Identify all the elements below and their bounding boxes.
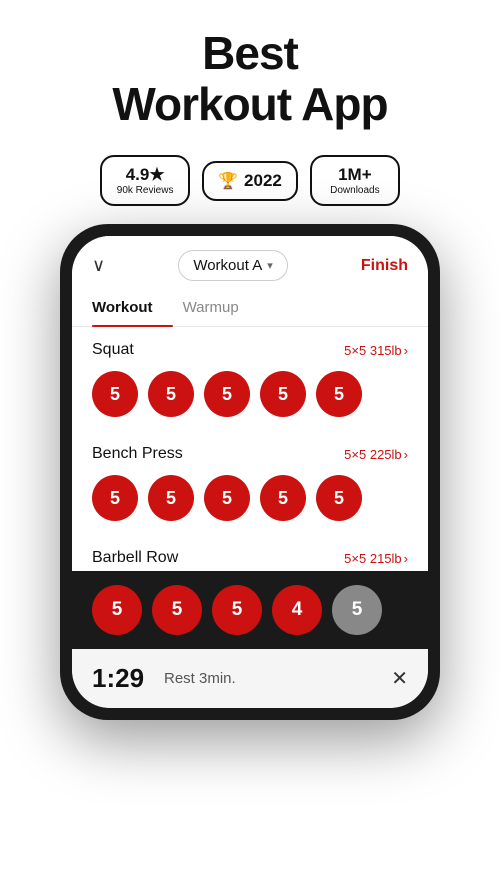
exercise-bench-header: Bench Press 5×5 225lb › [72, 431, 428, 467]
squat-set-2[interactable]: 5 [148, 371, 194, 417]
rating-sub: 90k Reviews [117, 185, 174, 196]
trophy-icon: 🏆 [218, 171, 238, 191]
bench-sets-row: 5 5 5 5 5 [72, 467, 428, 535]
bottom-sets-bar: 5 5 5 4 5 [72, 571, 428, 649]
chevron-down-icon[interactable]: ∨ [92, 255, 105, 276]
rest-time-display: 1:29 [92, 663, 152, 694]
bottom-set-1[interactable]: 5 [92, 585, 142, 635]
tab-warmup[interactable]: Warmup [183, 289, 259, 326]
phone-topbar: ∨ Workout A ▾ Finish [72, 236, 428, 289]
chevron-right-icon: › [404, 551, 408, 566]
tab-workout[interactable]: Workout [92, 289, 173, 326]
downloads-value: 1M+ [338, 165, 372, 185]
title-line1: Best [202, 27, 298, 79]
chevron-right-icon: › [404, 447, 408, 462]
squat-sets-label: 5×5 315lb › [344, 343, 408, 358]
rating-badge: 4.9★ 90k Reviews [100, 155, 190, 206]
workout-selector[interactable]: Workout A ▾ [178, 250, 287, 281]
squat-set-3[interactable]: 5 [204, 371, 250, 417]
phone-screen: ∨ Workout A ▾ Finish Workout Warmup [72, 236, 428, 708]
finish-button[interactable]: Finish [361, 257, 408, 275]
exercise-list: Squat 5×5 315lb › 5 5 5 5 5 Bench Press [72, 327, 428, 571]
caret-icon: ▾ [267, 259, 273, 272]
downloads-badge: 1M+ Downloads [310, 155, 400, 206]
bench-set-2[interactable]: 5 [148, 475, 194, 521]
header: Best Workout App [0, 0, 500, 145]
squat-name: Squat [92, 341, 134, 359]
award-badge: 🏆 2022 [202, 161, 298, 201]
phone-outer: ∨ Workout A ▾ Finish Workout Warmup [60, 224, 440, 720]
exercise-row-header: Barbell Row 5×5 215lb › [72, 535, 428, 571]
bottom-set-2[interactable]: 5 [152, 585, 202, 635]
bench-set-3[interactable]: 5 [204, 475, 250, 521]
badges-row: 4.9★ 90k Reviews 🏆 2022 1M+ Downloads [100, 155, 400, 206]
exercise-squat-header: Squat 5×5 315lb › [72, 327, 428, 363]
award-year: 2022 [244, 171, 282, 191]
squat-sets-row: 5 5 5 5 5 [72, 363, 428, 431]
title-line2: Workout App [112, 78, 387, 130]
bottom-set-3[interactable]: 5 [212, 585, 262, 635]
rating-value: 4.9★ [126, 165, 165, 185]
squat-set-5[interactable]: 5 [316, 371, 362, 417]
rest-timer-bar: 1:29 Rest 3min. ✕ [72, 649, 428, 708]
bench-set-4[interactable]: 5 [260, 475, 306, 521]
close-icon[interactable]: ✕ [391, 666, 408, 691]
row-sets-label: 5×5 215lb › [344, 551, 408, 566]
bench-set-1[interactable]: 5 [92, 475, 138, 521]
bench-name: Bench Press [92, 445, 183, 463]
tabs-bar: Workout Warmup [72, 289, 428, 327]
row-name: Barbell Row [92, 549, 178, 567]
bench-set-5[interactable]: 5 [316, 475, 362, 521]
bench-sets-label: 5×5 225lb › [344, 447, 408, 462]
squat-set-1[interactable]: 5 [92, 371, 138, 417]
bottom-set-4[interactable]: 4 [272, 585, 322, 635]
phone-mockup: ∨ Workout A ▾ Finish Workout Warmup [60, 224, 440, 720]
app-title: Best Workout App [20, 28, 480, 129]
downloads-sub: Downloads [330, 185, 379, 196]
rest-label: Rest 3min. [164, 670, 379, 687]
workout-name: Workout A [193, 257, 262, 274]
chevron-right-icon: › [404, 343, 408, 358]
squat-set-4[interactable]: 5 [260, 371, 306, 417]
bottom-set-5[interactable]: 5 [332, 585, 382, 635]
